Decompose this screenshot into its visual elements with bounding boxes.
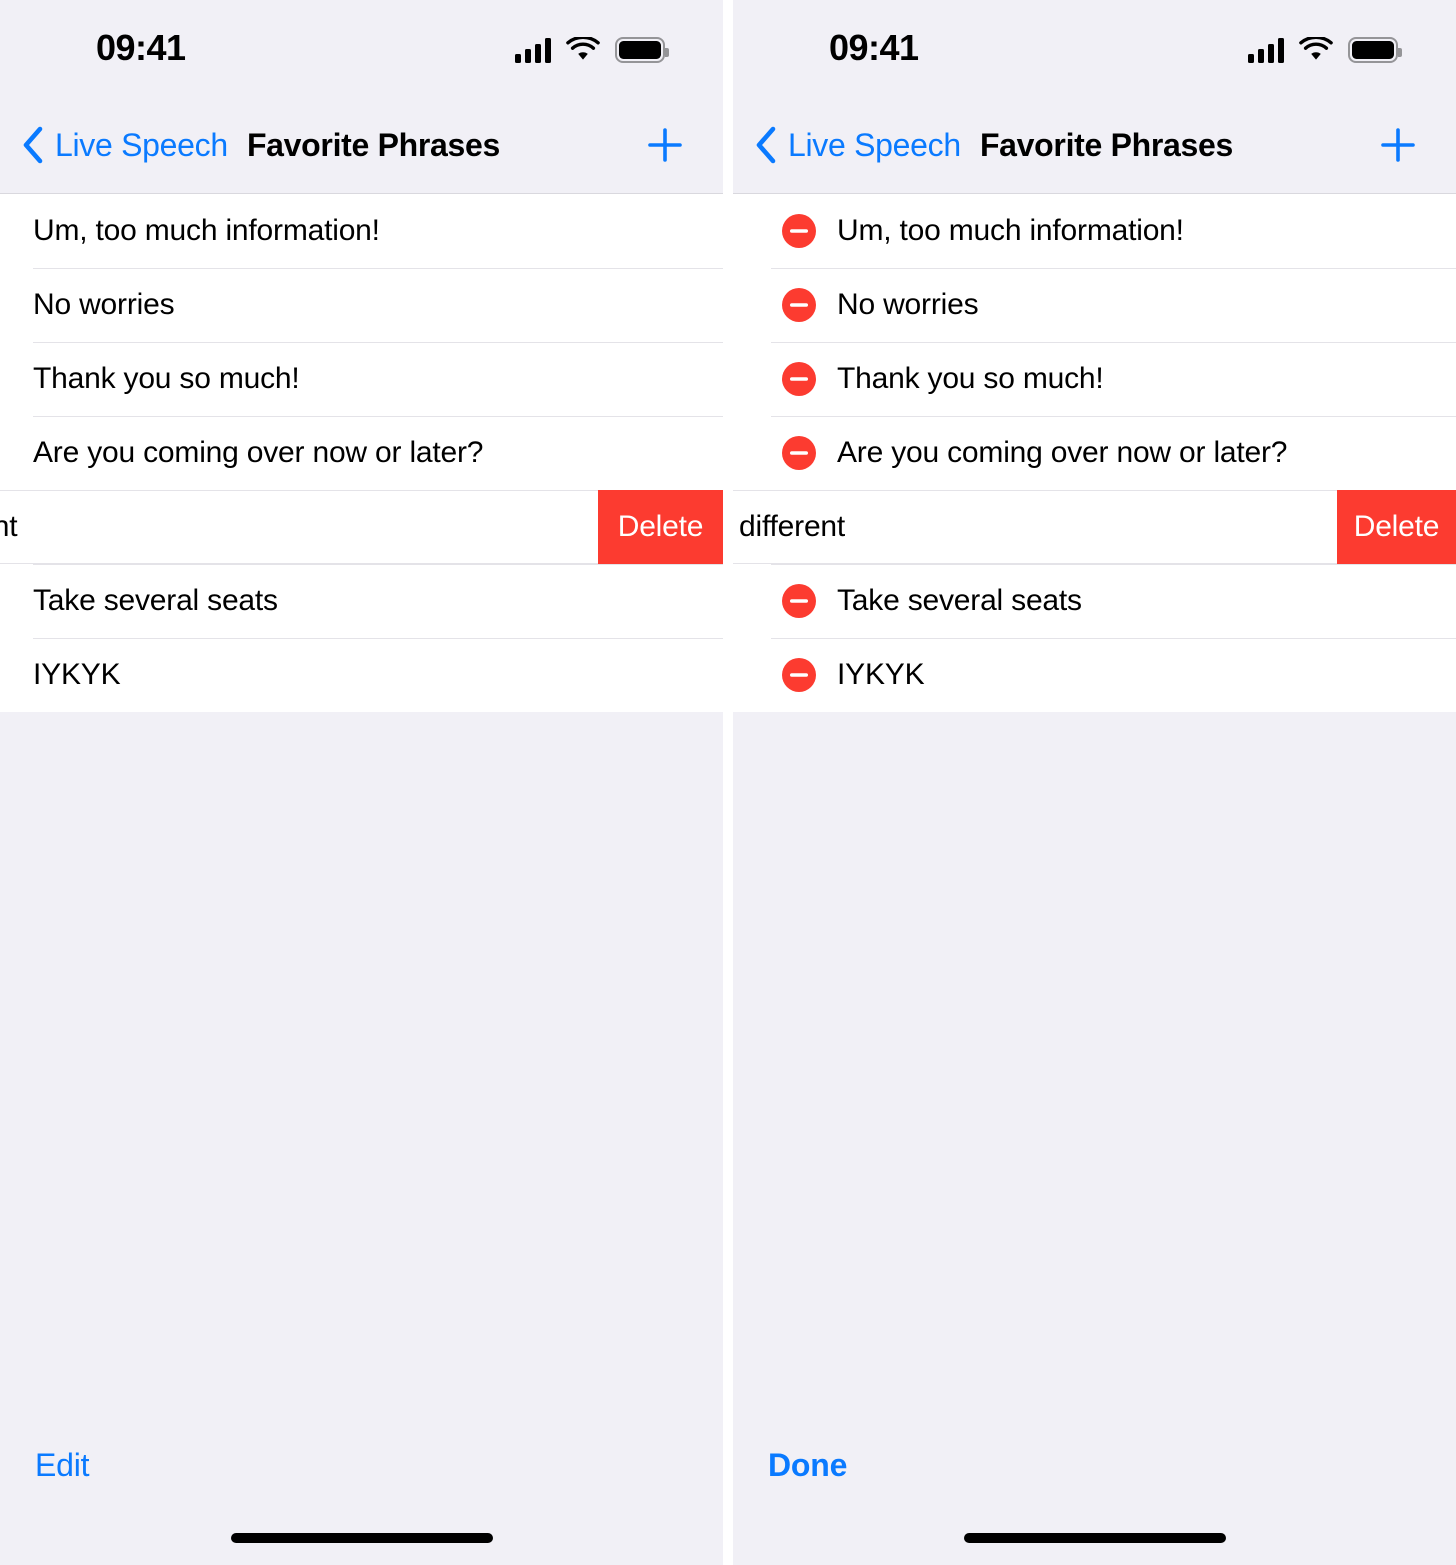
home-indicator [230,1533,493,1543]
list-item-swiped[interactable]: different Delete [733,490,1456,564]
row-separator [33,638,723,639]
dual-screenshot-comparison: 09:41 Live Speech Favorite Phrases Um, t… [0,0,1456,1565]
battery-full-icon [615,37,669,63]
row-separator [771,564,1456,565]
done-button[interactable]: Done [768,1447,847,1484]
minus-circle-icon[interactable] [781,287,817,323]
delete-button[interactable]: Delete [598,490,723,564]
minus-circle-icon[interactable] [781,657,817,693]
list-item-label: IYKYK [837,658,925,691]
add-phrase-button[interactable] [1376,96,1420,194]
add-phrase-button[interactable] [643,96,687,194]
status-bar-icons [514,30,669,70]
list-item[interactable]: Thank you so much! [733,342,1456,416]
empty-area [733,712,1456,1415]
plus-icon [1381,128,1415,162]
screen-body: Um, too much information! No worries Tha… [0,194,723,1565]
row-separator [771,268,1456,269]
page-title: Favorite Phrases [979,126,1234,163]
status-bar-icons [1247,30,1402,70]
plus-icon [648,128,682,162]
list-item-label: Take several seats [33,584,278,617]
list-item[interactable]: Are you coming over now or later? [0,416,723,490]
list-item-label: Thank you so much! [837,362,1104,395]
cellular-bars-icon [1247,37,1284,63]
list-item-label: Are you coming over now or later? [837,436,1288,469]
minus-circle-icon[interactable] [781,213,817,249]
edit-button[interactable]: Edit [35,1447,90,1484]
row-separator [33,416,723,417]
delete-button[interactable]: Delete [1337,490,1456,564]
list-item-label: Take several seats [837,584,1082,617]
home-indicator [963,1533,1226,1543]
list-item-label: No worries [33,288,175,321]
list-item-label: Um, too much information! [33,214,380,247]
screen-body: Um, too much information! No worries Tha… [733,194,1456,1565]
phone-screen-edit-mode: 09:41 Live Speech Favorite Phrases Um, t… [733,0,1456,1565]
battery-full-icon [1348,37,1402,63]
list-item-label: different [739,510,846,543]
list-item-label: IYKYK [33,658,121,691]
panel-divider [723,0,733,1565]
list-item[interactable]: Thank you so much! [0,342,723,416]
list-item[interactable]: IYKYK [0,638,723,712]
row-separator [771,342,1456,343]
wifi-icon [566,37,600,60]
favorite-phrases-list: Um, too much information! No worries Tha… [0,194,723,712]
navigation-bar: Live Speech Favorite Phrases [733,96,1456,194]
empty-area [0,712,723,1415]
list-item-label: erent [0,510,18,543]
list-item[interactable]: Are you coming over now or later? [733,416,1456,490]
list-item-label: No worries [837,288,979,321]
list-item[interactable]: IYKYK [733,638,1456,712]
list-item-label: Um, too much information! [837,214,1184,247]
minus-circle-icon[interactable] [781,583,817,619]
cellular-bars-icon [514,37,551,63]
list-item[interactable]: No worries [0,268,723,342]
status-bar: 09:41 [733,0,1456,96]
navigation-bar: Live Speech Favorite Phrases [0,96,723,194]
list-item[interactable]: Take several seats [0,564,723,638]
minus-circle-icon[interactable] [781,435,817,471]
row-separator [33,342,723,343]
row-separator [771,638,1456,639]
row-separator [33,564,723,565]
list-item[interactable]: No worries [733,268,1456,342]
wifi-icon [1299,37,1333,60]
minus-circle-icon[interactable] [781,361,817,397]
list-item-swiped[interactable]: erent Delete [0,490,723,564]
row-separator [771,416,1456,417]
list-item[interactable]: Um, too much information! [733,194,1456,268]
page-title: Favorite Phrases [246,126,501,163]
row-separator [33,268,723,269]
phone-screen-browse-mode: 09:41 Live Speech Favorite Phrases Um, t… [0,0,723,1565]
status-bar: 09:41 [0,0,723,96]
list-item[interactable]: Um, too much information! [0,194,723,268]
list-item-label: Are you coming over now or later? [33,436,484,469]
list-item-label: Thank you so much! [33,362,300,395]
list-item[interactable]: Take several seats [733,564,1456,638]
favorite-phrases-list: Um, too much information! No worries Tha… [733,194,1456,712]
